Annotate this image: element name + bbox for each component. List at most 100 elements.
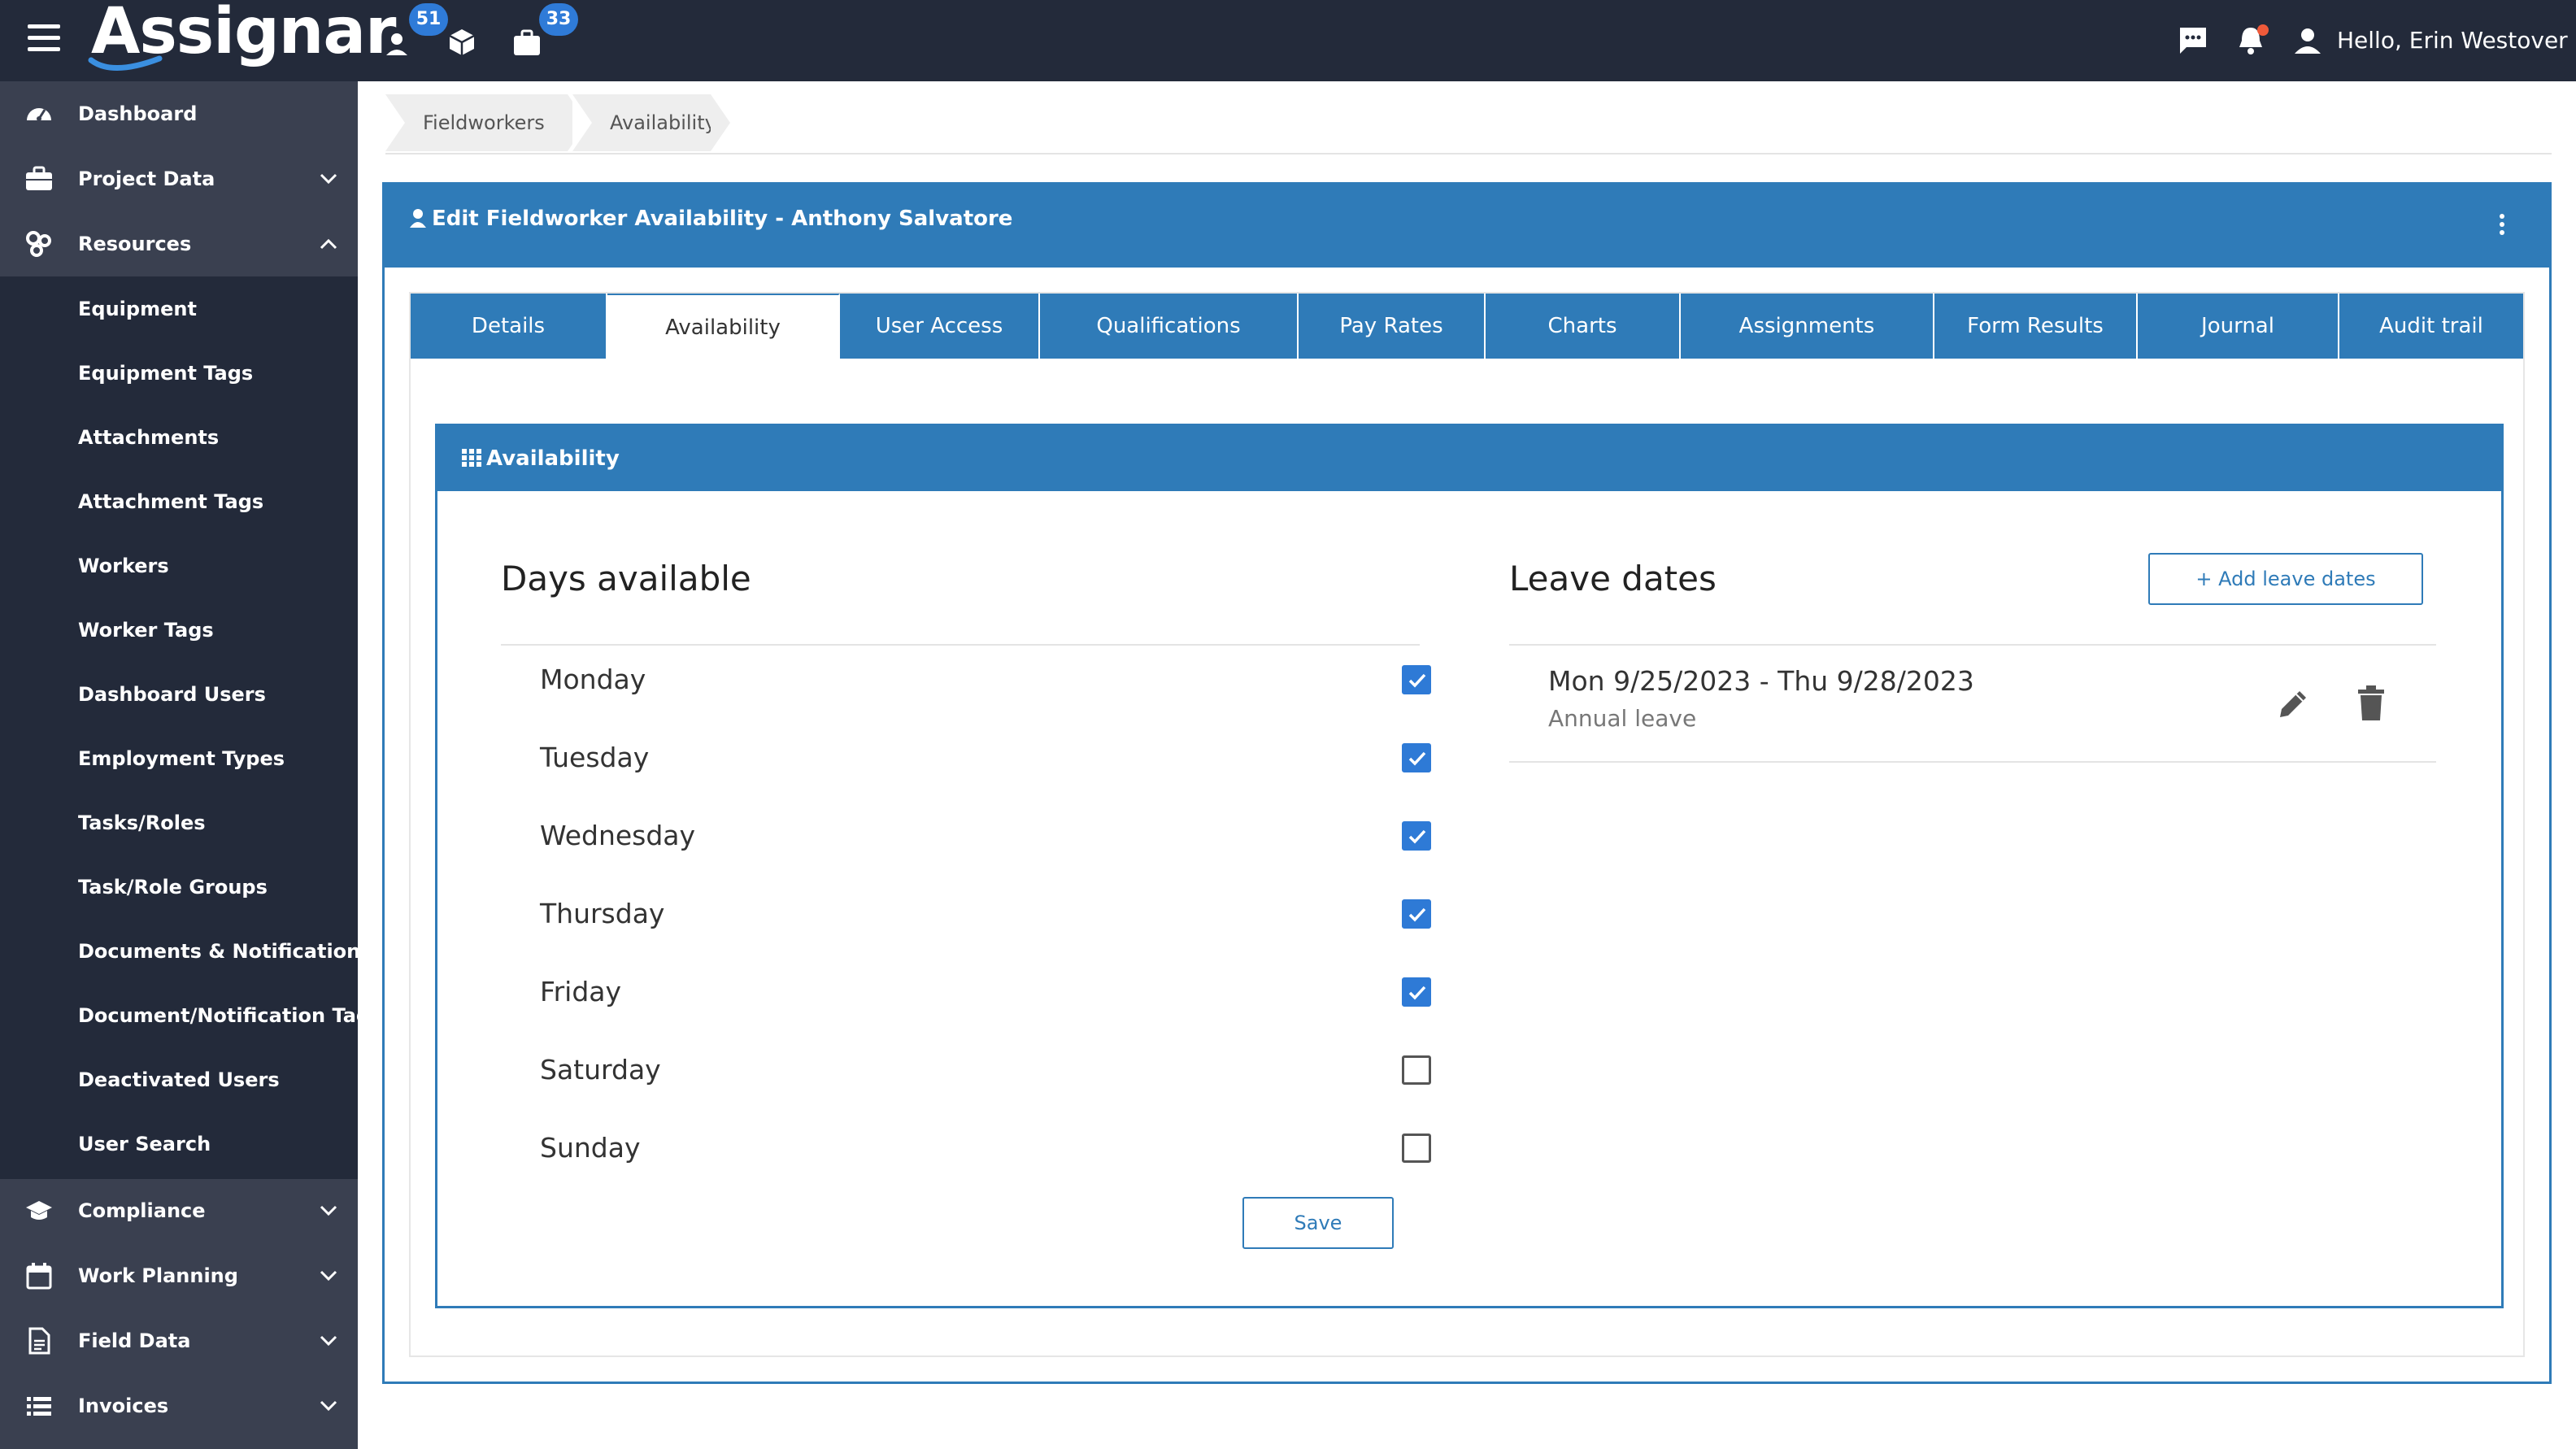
tab-form-results[interactable]: Form Results <box>1934 294 2138 359</box>
tab-charts[interactable]: Charts <box>1486 294 1681 359</box>
days-available-title: Days available <box>501 559 751 598</box>
sidebar-subitem-employment-types[interactable]: Employment Types <box>78 734 285 783</box>
breadcrumb-divider <box>385 153 2552 154</box>
monday-checkbox[interactable] <box>1402 665 1431 694</box>
day-row-monday: Monday <box>540 655 1431 704</box>
jobs-count-badge: 33 <box>539 3 578 36</box>
day-row-friday: Friday <box>540 968 1431 1016</box>
top-bar: Assignar 51 33 Hello, Erin Westover <box>0 0 2576 81</box>
day-label: Sunday <box>540 1132 641 1164</box>
sidebar-subitem-task-role-groups[interactable]: Task/Role Groups <box>78 863 268 912</box>
pencil-icon[interactable] <box>2275 686 2311 722</box>
calendar-icon <box>26 1263 52 1290</box>
briefcase-icon[interactable] <box>511 26 543 59</box>
sidebar-item-dashboard[interactable]: Dashboard <box>0 81 358 146</box>
sidebar-subitem-attachment-tags[interactable]: Attachment Tags <box>78 477 263 526</box>
sidebar-item-invoices[interactable]: Invoices <box>0 1373 358 1438</box>
tab-audit-trail[interactable]: Audit trail <box>2339 294 2523 359</box>
workers-count-badge: 51 <box>409 3 448 36</box>
check-icon <box>1408 751 1426 766</box>
sidebar-item-label: Work Planning <box>78 1264 238 1287</box>
day-row-thursday: Thursday <box>540 890 1431 938</box>
tab-assignments[interactable]: Assignments <box>1681 294 1934 359</box>
day-row-sunday: Sunday <box>540 1124 1431 1173</box>
panel-header: Edit Fieldworker Availability - Anthony … <box>385 185 2549 268</box>
day-label: Tuesday <box>540 742 650 773</box>
menu-icon[interactable] <box>28 24 60 52</box>
box-icon[interactable] <box>446 26 478 59</box>
sidebar-subitem-dashboard-users[interactable]: Dashboard Users <box>78 670 266 719</box>
save-button[interactable]: Save <box>1242 1197 1394 1249</box>
sidebar-item-label: Project Data <box>78 168 215 190</box>
sidebar-subitem-equipment[interactable]: Equipment <box>78 285 197 333</box>
availability-title-text: Availability <box>486 446 620 471</box>
sidebar: Dashboard Project Data Resources Equipme… <box>0 81 381 1449</box>
panel-title: Edit Fieldworker Availability - Anthony … <box>409 204 1012 233</box>
tab-details[interactable]: Details <box>411 294 607 359</box>
day-label: Monday <box>540 664 646 695</box>
availability-title: Availability <box>462 444 620 473</box>
availability-header: Availability <box>437 426 2501 491</box>
day-row-saturday: Saturday <box>540 1046 1431 1094</box>
sidebar-subitem-workers[interactable]: Workers <box>78 542 169 590</box>
sidebar-subitem-equipment-tags[interactable]: Equipment Tags <box>78 349 253 398</box>
tab-journal[interactable]: Journal <box>2138 294 2339 359</box>
tab-pay-rates[interactable]: Pay Rates <box>1299 294 1486 359</box>
user-icon[interactable] <box>2291 24 2324 57</box>
dashboard-icon <box>27 108 51 121</box>
sidebar-item-project-data[interactable]: Project Data <box>0 146 358 211</box>
check-icon <box>1408 986 1426 1000</box>
sidebar-subitem-user-search[interactable]: User Search <box>78 1120 211 1168</box>
chat-icon[interactable] <box>2177 24 2209 57</box>
leave-entry-range: Mon 9/25/2023 - Thu 9/28/2023 <box>1548 665 1974 697</box>
edit-availability-panel: Edit Fieldworker Availability - Anthony … <box>382 182 2552 1384</box>
sidebar-item-compliance[interactable]: Compliance <box>0 1178 358 1243</box>
leave-dates-title: Leave dates <box>1509 559 1717 598</box>
sidebar-item-work-planning[interactable]: Work Planning <box>0 1243 358 1308</box>
day-label: Wednesday <box>540 820 696 851</box>
day-row-tuesday: Tuesday <box>540 733 1431 782</box>
sidebar-item-label: Field Data <box>78 1329 191 1352</box>
breadcrumb-availability[interactable]: Availability <box>572 94 730 151</box>
graduation-cap-icon <box>26 1201 52 1220</box>
sidebar-subitem-deactivated-users[interactable]: Deactivated Users <box>78 1055 280 1104</box>
leave-divider-top <box>1509 644 2436 646</box>
leave-entry-type: Annual leave <box>1548 705 1697 732</box>
sidebar-subitem-tasks-roles[interactable]: Tasks/Roles <box>78 798 206 847</box>
document-icon <box>28 1327 50 1355</box>
more-options-icon[interactable] <box>2497 214 2507 246</box>
sidebar-subitem-document-notification-tags[interactable]: Document/Notification Tags <box>78 991 381 1040</box>
notification-dot <box>2257 24 2269 36</box>
sidebar-item-label: Resources <box>78 233 192 255</box>
resources-icon <box>26 231 51 257</box>
chevron-down-icon <box>320 173 337 185</box>
chevron-down-icon <box>320 1270 337 1281</box>
workers-icon[interactable] <box>382 26 415 59</box>
day-label: Friday <box>540 976 622 1007</box>
saturday-checkbox[interactable] <box>1402 1055 1431 1085</box>
chevron-down-icon <box>320 1205 337 1216</box>
sidebar-item-resources[interactable]: Resources <box>0 211 358 276</box>
sidebar-subitem-documents-notifications[interactable]: Documents & Notifications <box>78 927 372 976</box>
logo-swoosh-icon <box>88 55 163 71</box>
tuesday-checkbox[interactable] <box>1402 743 1431 772</box>
sidebar-item-label: Dashboard <box>78 102 198 125</box>
sidebar-subitem-attachments[interactable]: Attachments <box>78 413 219 462</box>
friday-checkbox[interactable] <box>1402 977 1431 1007</box>
wednesday-checkbox[interactable] <box>1402 821 1431 851</box>
tab-user-access[interactable]: User Access <box>840 294 1040 359</box>
user-greeting[interactable]: Hello, Erin Westover <box>2337 24 2568 57</box>
tab-availability[interactable]: Availability <box>607 294 840 359</box>
leave-divider-bottom <box>1509 761 2436 763</box>
availability-box: Availability Days available Monday Tuesd… <box>435 424 2504 1308</box>
chevron-up-icon <box>320 238 337 250</box>
sunday-checkbox[interactable] <box>1402 1134 1431 1163</box>
add-leave-dates-button[interactable]: + Add leave dates <box>2148 553 2423 605</box>
thursday-checkbox[interactable] <box>1402 899 1431 929</box>
breadcrumb-fieldworkers[interactable]: Fieldworkers <box>385 94 587 151</box>
list-icon <box>27 1397 51 1416</box>
sidebar-subitem-worker-tags[interactable]: Worker Tags <box>78 606 214 655</box>
trash-icon[interactable] <box>2355 685 2387 722</box>
tab-qualifications[interactable]: Qualifications <box>1040 294 1299 359</box>
sidebar-item-field-data[interactable]: Field Data <box>0 1308 358 1373</box>
